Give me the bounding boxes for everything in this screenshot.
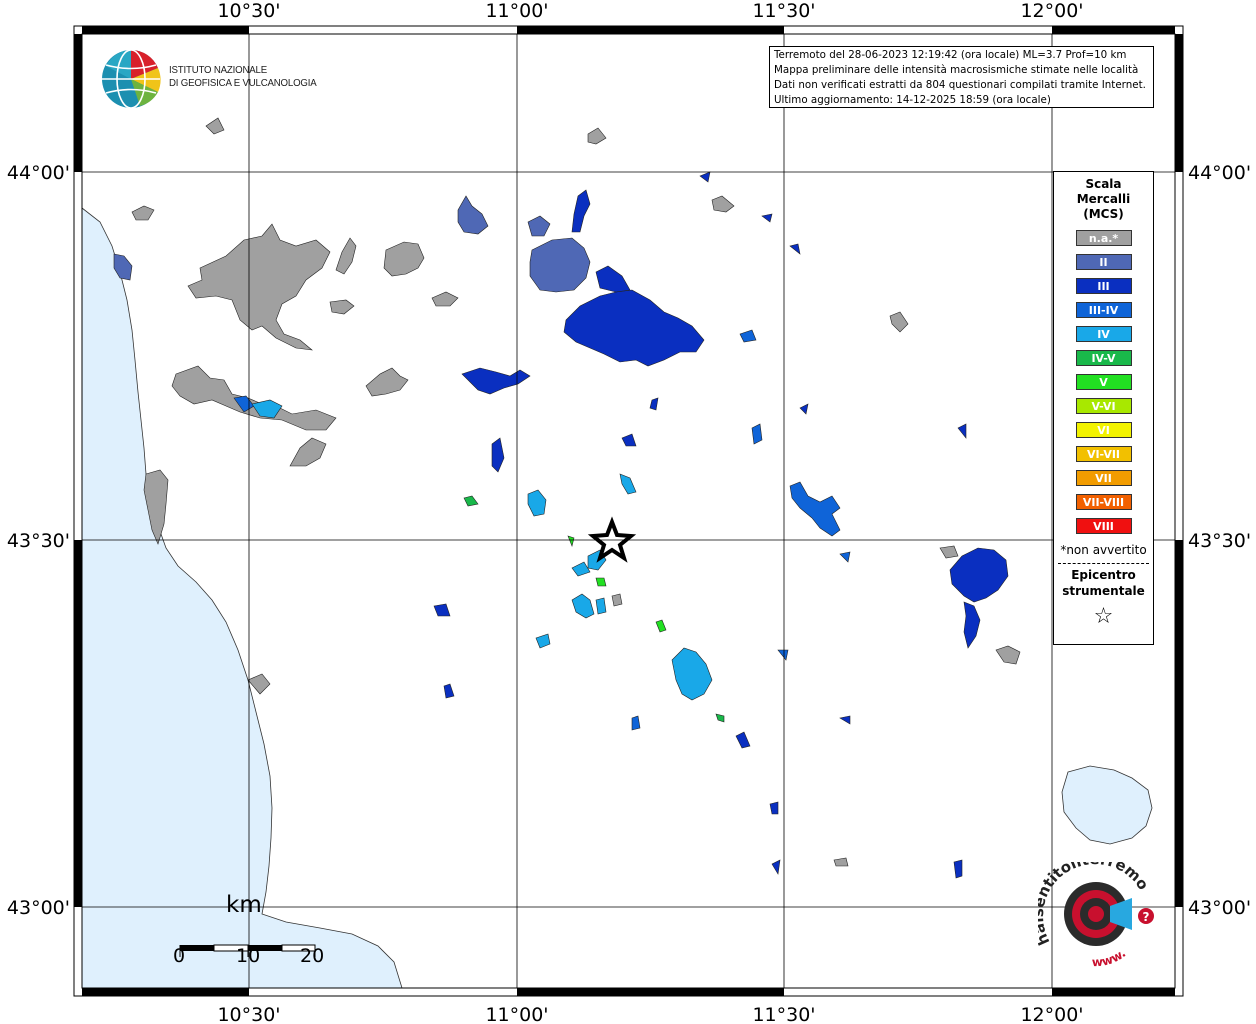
- event-info-box: Terremoto del 28-06-2023 12:19:42 (ora l…: [769, 46, 1154, 108]
- legend-title-line3: (MCS): [1083, 207, 1124, 221]
- svg-text:?: ?: [1143, 910, 1150, 924]
- ingv-name-line1: ISTITUTO NAZIONALE: [169, 64, 267, 76]
- left-label-3: 43°00': [7, 897, 70, 919]
- scalebar-tick-20: 20: [300, 945, 325, 967]
- intensity-legend: Scala Mercalli (MCS) n.a.* II III III-IV IV I…: [1053, 171, 1154, 645]
- legend-swatch-vi: VI: [1075, 422, 1132, 438]
- legend-swatch-iii: III: [1075, 278, 1132, 294]
- legend-items: n.a.* II III III-IV IV IV-V V V-VI VI VI-VII VII VI…: [1054, 230, 1153, 534]
- right-label-2: 43°30': [1188, 530, 1251, 552]
- top-label-3: 11°30': [752, 0, 815, 22]
- legend-title-line1: Scala: [1085, 177, 1122, 191]
- legend-swatch-viii: VIII: [1075, 518, 1132, 534]
- scalebar: [179, 944, 316, 957]
- legend-swatch-v: V: [1075, 374, 1132, 390]
- top-label-2: 11°00': [485, 0, 548, 22]
- info-line-map: Mappa preliminare delle intensità macros…: [774, 64, 1139, 76]
- legend-swatch-iii-iv: III-IV: [1075, 302, 1132, 318]
- legend-swatch-v-vi: V-VI: [1075, 398, 1132, 414]
- right-label-1: 44°00': [1188, 162, 1251, 184]
- scalebar-tick-0: 0: [173, 945, 186, 967]
- legend-swatch-n-a: n.a.*: [1075, 230, 1132, 246]
- info-line-updated: Ultimo aggiornamento: 14-12-2025 18:59 (…: [774, 94, 1051, 106]
- legend-epicenter: Epicentro strumentale: [1054, 567, 1153, 599]
- info-line-data: Dati non verificati estratti da 804 ques…: [774, 79, 1146, 91]
- legend-separator: [1058, 563, 1149, 564]
- top-label-1: 10°30': [217, 0, 280, 22]
- scalebar-tick-10: 10: [236, 945, 261, 967]
- scalebar-unit: km: [226, 892, 262, 918]
- legend-swatch-iv: IV: [1075, 326, 1132, 342]
- ingv-logo: [102, 49, 161, 109]
- left-label-2: 43°30': [7, 530, 70, 552]
- legend-swatch-vii-viii: VII-VIII: [1075, 494, 1132, 510]
- legend-epicenter-line2: strumentale: [1062, 584, 1145, 598]
- hst-logo-www: www.: [1092, 946, 1129, 969]
- legend-star-icon: ☆: [1093, 604, 1114, 629]
- ingv-name: ISTITUTO NAZIONALE DI GEOFISICA E VULCAN…: [169, 64, 317, 90]
- bottom-label-4: 12°00': [1020, 1004, 1083, 1024]
- left-label-1: 44°00': [7, 162, 70, 184]
- ingv-name-line2: DI GEOFISICA E VULCANOLOGIA: [169, 77, 317, 89]
- top-label-4: 12°00': [1020, 0, 1083, 22]
- legend-title: Scala Mercalli (MCS): [1054, 177, 1153, 222]
- legend-swatch-vi-vii: VI-VII: [1075, 446, 1132, 462]
- bottom-label-2: 11°00': [485, 1004, 548, 1024]
- legend-swatch-ii: II: [1075, 254, 1132, 270]
- right-label-3: 43°00': [1188, 897, 1251, 919]
- info-line-event: Terremoto del 28-06-2023 12:19:42 (ora l…: [774, 49, 1127, 61]
- legend-note: *non avvertito: [1060, 543, 1147, 557]
- bottom-label-3: 11°30': [752, 1004, 815, 1024]
- legend-title-line2: Mercalli: [1076, 192, 1131, 206]
- legend-swatch-iv-v: IV-V: [1075, 350, 1132, 366]
- legend-swatch-vii: VII: [1075, 470, 1132, 486]
- legend-epicenter-line1: Epicentro: [1071, 568, 1136, 582]
- hst-logo: ? haisentitoilterremoto.it www.: [1038, 862, 1154, 969]
